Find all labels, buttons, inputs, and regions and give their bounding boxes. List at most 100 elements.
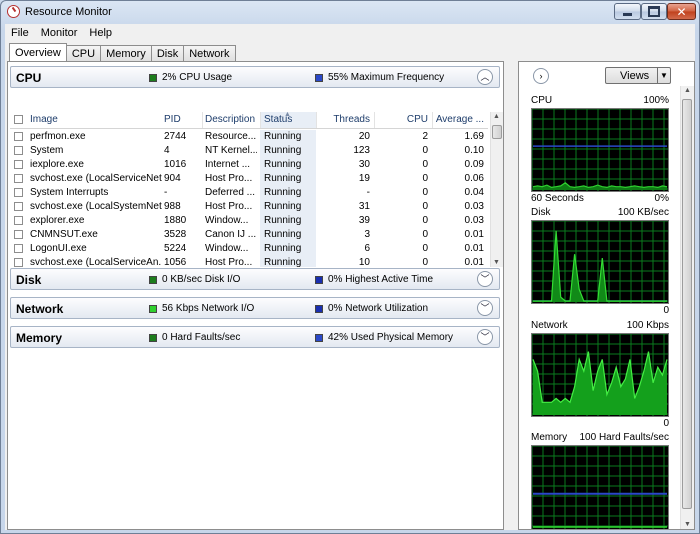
- expand-chevron-down-icon[interactable]: ﹀: [477, 300, 493, 316]
- tab-memory[interactable]: Memory: [100, 45, 152, 62]
- scroll-up-icon[interactable]: ▲: [684, 87, 691, 94]
- memory-section-header[interactable]: Memory 0 Hard Faults/sec 42% Used Physic…: [10, 326, 500, 348]
- cell-description: Internet ...: [205, 159, 251, 170]
- tab-cpu[interactable]: CPU: [65, 45, 102, 62]
- row-checkbox[interactable]: [14, 132, 23, 141]
- cell-description: Window...: [205, 243, 249, 254]
- maximize-icon: [648, 6, 660, 17]
- maximize-button[interactable]: [641, 3, 667, 20]
- cpu-table-scrollbar[interactable]: ▲ ▼: [490, 112, 503, 267]
- menu-help[interactable]: Help: [89, 27, 112, 39]
- collapse-graphs-button[interactable]: ›: [533, 68, 549, 84]
- tab-disk[interactable]: Disk: [150, 45, 185, 62]
- table-row[interactable]: svchost.exe (LocalServiceNet... 904 Host P…: [10, 172, 488, 186]
- cell-image: CNMNSUT.exe: [30, 229, 98, 240]
- cpu-usage-legend: 2% CPU Usage: [149, 72, 232, 83]
- graphs-scrollbar[interactable]: ▲ ▼: [680, 86, 694, 529]
- table-row[interactable]: perfmon.exe 2744 Resource... Running 20 2 1.69: [10, 130, 488, 144]
- col-description[interactable]: Description: [205, 114, 255, 125]
- cpu-process-table: Image PID Description Status ▲ Threads C…: [10, 112, 488, 267]
- tab-network[interactable]: Network: [183, 45, 236, 62]
- cpu-graph-timespan: 60 Seconds: [531, 193, 584, 204]
- minimize-button[interactable]: [614, 3, 641, 20]
- tab-overview[interactable]: Overview: [9, 43, 67, 62]
- dropdown-arrow-icon[interactable]: ▼: [657, 68, 670, 83]
- graphs-toolbar: › Views ▼: [519, 62, 694, 86]
- table-row[interactable]: iexplore.exe 1016 Internet ... Running 30 0 0.…: [10, 158, 488, 172]
- disk-io-legend: 0 KB/sec Disk I/O: [149, 274, 240, 285]
- table-row[interactable]: System 4 NT Kernel... Running 123 0 0.10: [10, 144, 488, 158]
- row-checkbox[interactable]: [14, 258, 23, 267]
- network-section-header[interactable]: Network 56 Kbps Network I/O 0% Network U…: [10, 297, 500, 319]
- col-average[interactable]: Average ...: [434, 114, 484, 125]
- close-button[interactable]: ✕: [667, 3, 696, 20]
- table-row[interactable]: explorer.exe 1880 Window... Running 39 0 0.03: [10, 214, 488, 228]
- col-cpu[interactable]: CPU: [376, 114, 428, 125]
- cell-pid: 3528: [164, 229, 187, 240]
- table-row[interactable]: LogonUI.exe 5224 Window... Running 6 0 0.01: [10, 242, 488, 256]
- cell-image: svchost.exe (LocalServiceNet...: [30, 173, 162, 184]
- collapse-chevron-up-icon[interactable]: ︿: [477, 69, 493, 85]
- col-threads[interactable]: Threads: [318, 114, 370, 125]
- cell-average: 0.01: [464, 243, 484, 254]
- select-all-checkbox[interactable]: [14, 115, 23, 124]
- cpu-section-title: CPU: [16, 71, 42, 85]
- row-checkbox[interactable]: [14, 146, 23, 155]
- graph-plot: [532, 334, 668, 416]
- table-row[interactable]: CNMNSUT.exe 3528 Canon IJ ... Running 3 0 0.01: [10, 228, 488, 242]
- menu-file[interactable]: File: [11, 27, 29, 39]
- cell-description: Resource...: [205, 131, 257, 142]
- cell-status: Running: [264, 145, 302, 156]
- scroll-down-icon[interactable]: ▼: [493, 259, 500, 266]
- cell-cpu: 0: [422, 187, 428, 198]
- disk-graph-min: 0: [663, 305, 669, 316]
- table-row[interactable]: svchost.exe (LocalSystemNet... 988 Host Pr…: [10, 200, 488, 214]
- row-checkbox[interactable]: [14, 244, 23, 253]
- memory-faults-swatch: [149, 333, 157, 342]
- cell-threads: 10: [358, 257, 370, 267]
- col-pid[interactable]: PID: [164, 114, 181, 125]
- cell-average: 0.01: [464, 229, 484, 240]
- cell-status: Running: [264, 187, 302, 198]
- row-checkbox[interactable]: [14, 216, 23, 225]
- cell-image: System: [30, 145, 64, 156]
- row-checkbox[interactable]: [14, 230, 23, 239]
- row-checkbox[interactable]: [14, 160, 23, 169]
- network-io-text: 56 Kbps Network I/O: [162, 303, 255, 314]
- scroll-thumb[interactable]: [682, 99, 692, 509]
- network-graph: [531, 333, 669, 417]
- expand-chevron-down-icon[interactable]: ﹀: [477, 329, 493, 345]
- cpu-section-header[interactable]: CPU 2% CPU Usage 55% Maximum Frequency ︿: [10, 66, 500, 88]
- views-dropdown[interactable]: Views ▼: [605, 67, 671, 84]
- disk-section-header[interactable]: Disk 0 KB/sec Disk I/O 0% Highest Active…: [10, 268, 500, 290]
- scroll-thumb[interactable]: [492, 125, 502, 139]
- disk-active-legend: 0% Highest Active Time: [315, 274, 433, 285]
- memory-faults-legend: 0 Hard Faults/sec: [149, 332, 240, 343]
- cell-threads: 20: [358, 131, 370, 142]
- row-checkbox[interactable]: [14, 188, 23, 197]
- network-section-title: Network: [16, 302, 64, 316]
- table-row[interactable]: System Interrupts - Deferred ... Running - 0 0…: [10, 186, 488, 200]
- cell-status: Running: [264, 257, 302, 267]
- scroll-up-icon[interactable]: ▲: [493, 113, 500, 120]
- cell-average: 1.69: [464, 131, 484, 142]
- menu-monitor[interactable]: Monitor: [41, 27, 78, 39]
- table-row[interactable]: svchost.exe (LocalServiceAn... 1056 Host P…: [10, 256, 488, 267]
- cell-cpu: 0: [422, 201, 428, 212]
- cell-pid: 4: [164, 145, 170, 156]
- cell-description: Host Pro...: [205, 257, 253, 267]
- row-checkbox[interactable]: [14, 202, 23, 211]
- row-checkbox[interactable]: [14, 174, 23, 183]
- cell-pid: 1880: [164, 215, 187, 226]
- title-bar[interactable]: Resource Monitor ✕: [1, 1, 699, 23]
- graph-plot: [532, 221, 668, 303]
- network-io-swatch: [149, 304, 157, 313]
- cell-cpu: 0: [422, 257, 428, 267]
- cell-status: Running: [264, 243, 302, 254]
- scroll-down-icon[interactable]: ▼: [684, 521, 691, 528]
- cell-status: Running: [264, 215, 302, 226]
- cpu-frequency-legend: 55% Maximum Frequency: [315, 72, 444, 83]
- expand-chevron-down-icon[interactable]: ﹀: [477, 271, 493, 287]
- col-image[interactable]: Image: [30, 114, 58, 125]
- disk-section-title: Disk: [16, 273, 42, 287]
